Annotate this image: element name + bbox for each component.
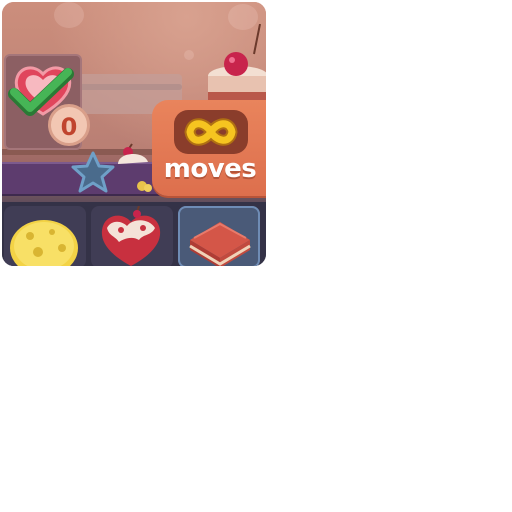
- star-icon: [71, 151, 115, 193]
- infinity-box: [174, 110, 248, 154]
- background-bubble: [54, 2, 84, 28]
- board-cell-cheese[interactable]: [4, 206, 86, 266]
- background-counter-stripe: [72, 84, 182, 90]
- goal-remaining-count: 0: [48, 104, 90, 146]
- cheese-tile-icon: [10, 220, 78, 266]
- game-screen: 0 moves: [2, 2, 266, 266]
- moves-badge: moves: [152, 100, 266, 196]
- infinity-icon: [184, 118, 238, 146]
- layer-cake-tile-icon: [189, 222, 251, 266]
- board-cell-strawberry-cake[interactable]: [91, 206, 173, 266]
- strawberry-cake-tile-icon: [101, 206, 161, 266]
- board-cell-layer-cake[interactable]: [178, 206, 260, 266]
- background-bubble: [184, 50, 194, 60]
- moves-label: moves: [163, 154, 257, 184]
